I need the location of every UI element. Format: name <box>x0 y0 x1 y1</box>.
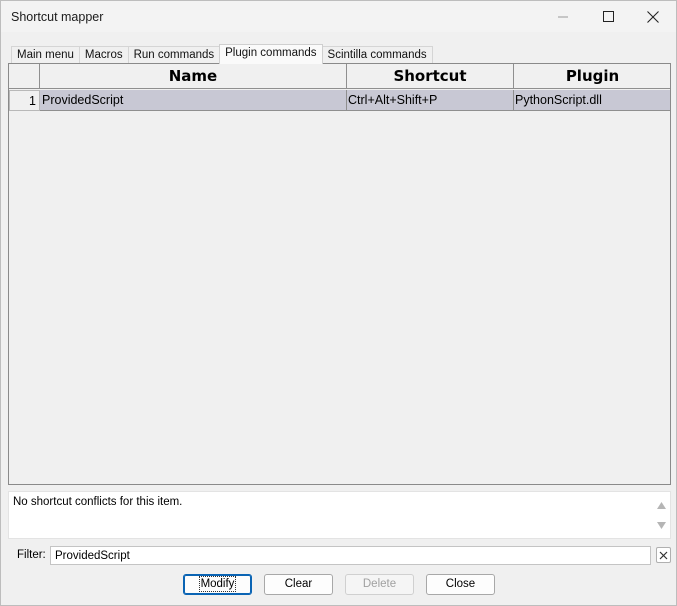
minimize-button[interactable] <box>540 1 586 32</box>
tab-strip: Main menu Macros Run commands Plugin com… <box>11 44 433 64</box>
filter-label: Filter: <box>17 549 46 561</box>
close-button[interactable]: Close <box>426 574 495 595</box>
close-icon <box>647 10 659 23</box>
cell-plugin[interactable]: PythonScript.dll <box>514 90 670 111</box>
tab-main-menu[interactable]: Main menu <box>11 46 80 63</box>
row-index: 1 <box>9 90 40 111</box>
title-bar: Shortcut mapper <box>1 1 676 32</box>
minimize-icon <box>558 16 568 17</box>
clear-filter-button[interactable] <box>656 547 671 563</box>
grid-corner-header <box>9 64 40 89</box>
tab-plugin-commands[interactable]: Plugin commands <box>219 44 323 64</box>
column-header-name[interactable]: Name <box>40 64 347 89</box>
shortcut-grid[interactable]: Name Shortcut Plugin 1 ProvidedScript Ct… <box>8 63 671 485</box>
clear-button[interactable]: Clear <box>264 574 333 595</box>
scroll-up-icon[interactable] <box>657 498 666 512</box>
conflict-text: No shortcut conflicts for this item. <box>13 496 183 508</box>
filter-input[interactable] <box>50 546 651 565</box>
tab-scintilla-commands[interactable]: Scintilla commands <box>321 46 433 63</box>
tab-macros[interactable]: Macros <box>78 46 129 63</box>
maximize-button[interactable] <box>585 1 631 32</box>
scroll-down-icon[interactable] <box>657 518 666 532</box>
tab-run-commands[interactable]: Run commands <box>127 46 221 63</box>
column-header-plugin[interactable]: Plugin <box>514 64 670 89</box>
column-header-shortcut[interactable]: Shortcut <box>347 64 514 89</box>
cell-shortcut[interactable]: Ctrl+Alt+Shift+P <box>347 90 514 111</box>
modify-button-label: Modify <box>198 576 237 592</box>
shortcut-mapper-window: Shortcut mapper Main menu Macros Run com… <box>0 0 677 606</box>
cell-name[interactable]: ProvidedScript <box>40 90 347 111</box>
close-window-button[interactable] <box>630 1 676 32</box>
modify-button[interactable]: Modify <box>183 574 252 595</box>
conflict-info-box: No shortcut conflicts for this item. <box>8 491 671 539</box>
maximize-icon <box>602 11 614 22</box>
delete-button[interactable]: Delete <box>345 574 414 595</box>
window-title: Shortcut mapper <box>11 10 104 24</box>
clear-filter-icon <box>659 551 668 559</box>
table-row[interactable]: 1 ProvidedScript Ctrl+Alt+Shift+P Python… <box>9 90 670 111</box>
